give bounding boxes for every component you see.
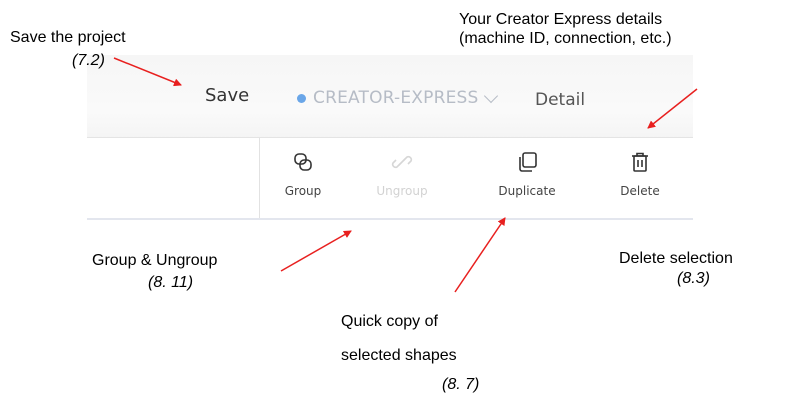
annotation-details-line1: Your Creator Express details xyxy=(459,11,663,28)
detail-button[interactable]: Detail xyxy=(535,90,585,110)
connection-status-dot xyxy=(297,93,306,103)
annotation-delete: Delete selection xyxy=(619,250,733,267)
annotation-save: Save the project xyxy=(10,29,126,46)
ungroup-label: Ungroup xyxy=(376,184,428,198)
annotation-group-ref: (8. 11) xyxy=(148,274,194,291)
toolbar-left-section xyxy=(87,138,260,218)
delete-button[interactable]: Delete xyxy=(608,138,672,218)
delete-icon xyxy=(629,150,651,174)
top-bar: Save CREATOR-EXPRESS Detail xyxy=(87,55,693,149)
annotation-group: Group & Ungroup xyxy=(92,252,218,269)
annotation-duplicate-line2: selected shapes xyxy=(341,347,457,364)
annotation-details-line2: (machine ID, connection, etc.) xyxy=(459,30,672,47)
ungroup-button[interactable]: Ungroup xyxy=(372,138,432,218)
chevron-down-icon[interactable] xyxy=(483,88,498,103)
annotation-duplicate-line1: Quick copy of xyxy=(341,313,438,330)
duplicate-button[interactable]: Duplicate xyxy=(485,138,569,218)
ungroup-icon xyxy=(391,150,413,174)
delete-label: Delete xyxy=(620,184,660,198)
group-button[interactable]: Group xyxy=(273,138,333,218)
device-name: CREATOR-EXPRESS xyxy=(313,88,479,108)
save-button[interactable]: Save xyxy=(205,85,249,106)
app-ui-panel: Save CREATOR-EXPRESS Detail Group Ungrou… xyxy=(87,55,693,255)
edit-toolbar: Group Ungroup Duplicate Delete xyxy=(87,137,693,220)
group-label: Group xyxy=(284,184,322,198)
group-icon xyxy=(292,150,314,174)
duplicate-icon xyxy=(516,150,538,174)
annotation-duplicate-ref: (8. 7) xyxy=(442,376,480,393)
device-selector[interactable]: CREATOR-EXPRESS xyxy=(297,88,498,108)
annotation-delete-ref: (8.3) xyxy=(677,270,710,287)
annotation-save-ref: (7.2) xyxy=(72,52,105,69)
duplicate-label: Duplicate xyxy=(498,184,556,198)
